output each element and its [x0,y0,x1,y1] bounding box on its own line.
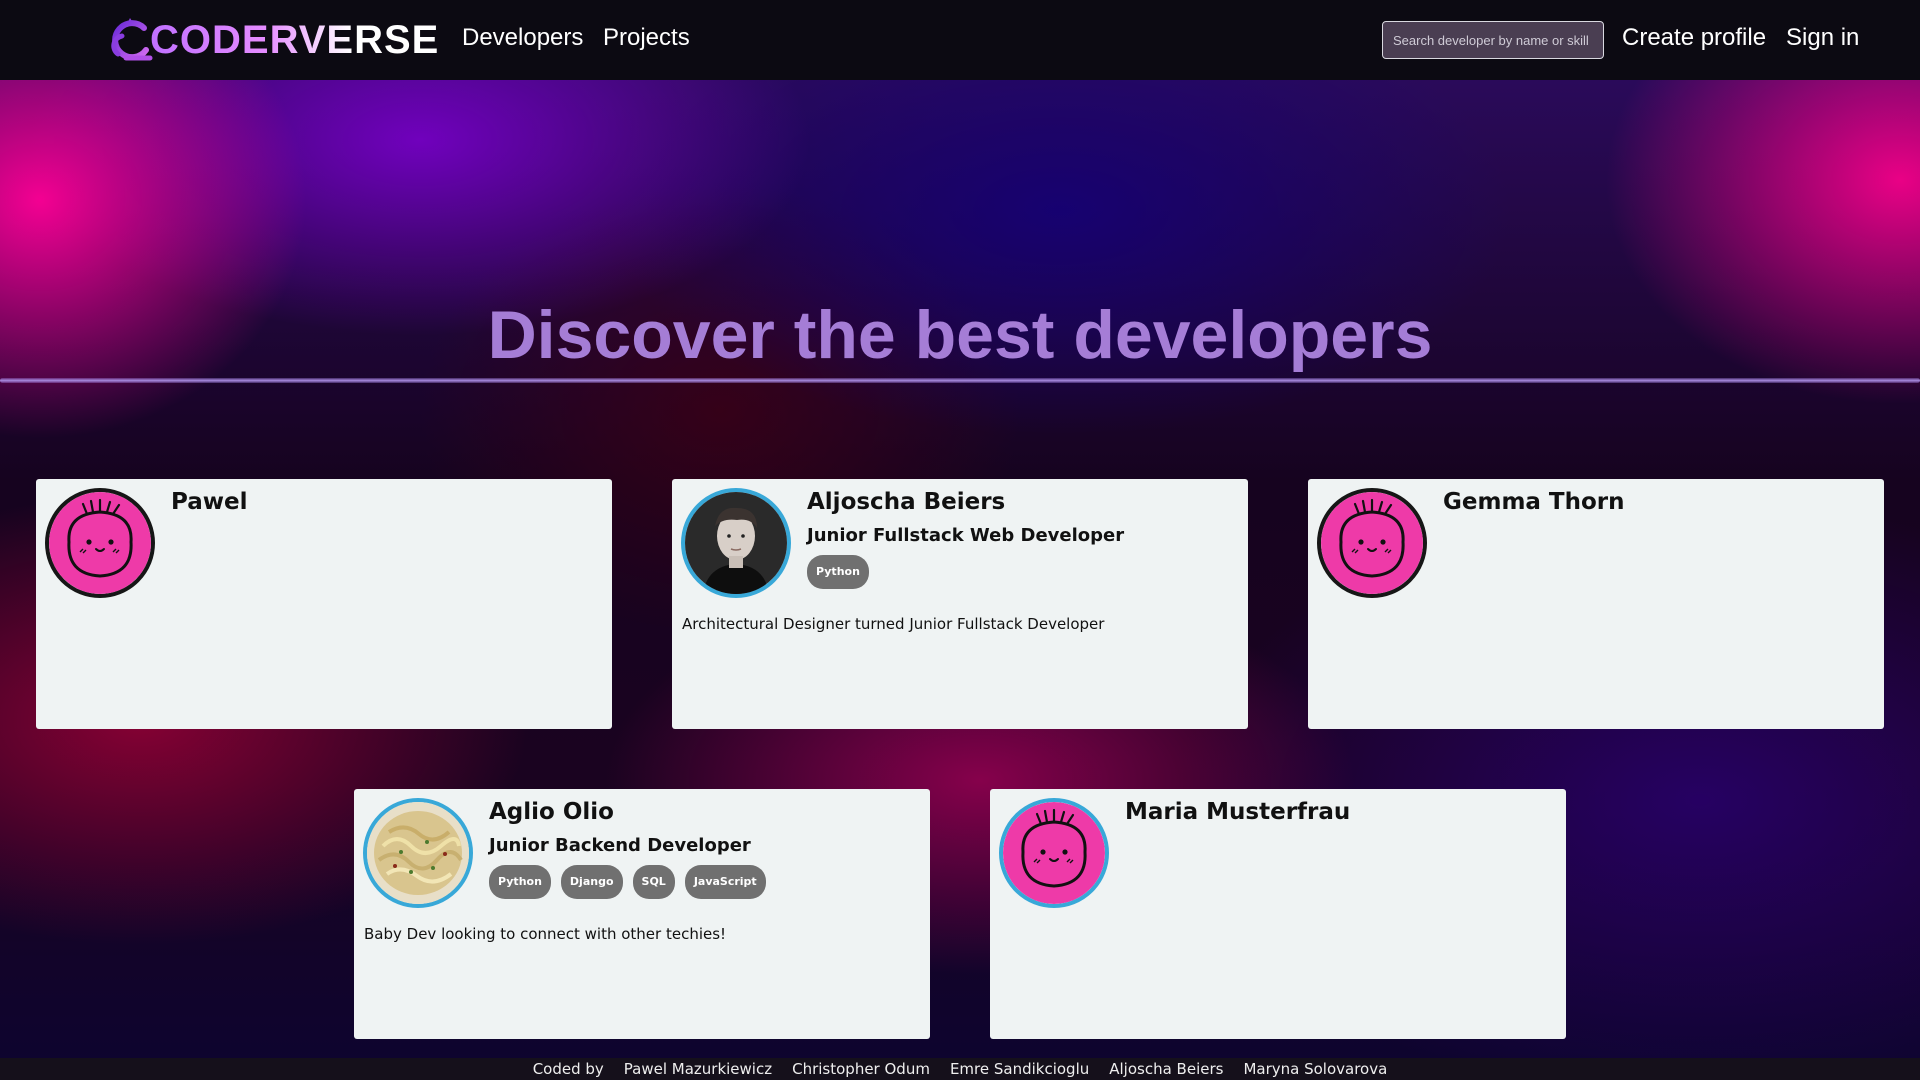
pasta-photo-avatar [363,798,473,908]
skill-tag[interactable]: Django [560,865,623,899]
brand-name: CODERVERSE [150,17,440,62]
footer-author-link[interactable]: Pawel Mazurkiewicz [624,1060,772,1078]
skill-tag[interactable]: JavaScript [684,865,766,899]
footer: Coded by Pawel Mazurkiewicz Christopher … [0,1058,1920,1080]
pink-face-avatar [999,798,1109,908]
pink-face-avatar [1317,488,1427,598]
developer-bio: Baby Dev looking to connect with other t… [364,925,727,943]
person-photo-icon [685,492,787,594]
footer-author-link[interactable]: Emre Sandikcioglu [950,1060,1089,1078]
pink-face-avatar [45,488,155,598]
nav-developers[interactable]: Developers [462,24,583,52]
developer-bio: Architectural Designer turned Junior Ful… [682,615,1105,633]
footer-label: Coded by [532,1060,604,1078]
skill-tag[interactable]: Python [489,865,551,899]
logo-icon [111,18,153,61]
skill-tags: Python [807,555,869,589]
developer-card[interactable]: Pawel [36,479,612,729]
footer-author-link[interactable]: Aljoscha Beiers [1109,1060,1223,1078]
pink-face-icon [1321,492,1423,594]
navbar: CODERVERSE Developers Projects Create pr… [0,0,1920,80]
skill-tags: Python Django SQL JavaScript [489,865,766,899]
hero-divider [0,378,1920,383]
nav-sign-in[interactable]: Sign in [1786,24,1859,52]
nav-projects[interactable]: Projects [603,24,690,52]
brand-logo[interactable]: CODERVERSE [104,14,439,66]
pasta-photo-icon [367,802,469,904]
developer-name[interactable]: Maria Musterfrau [1125,799,1350,825]
person-photo-avatar [681,488,791,598]
developer-role: Junior Backend Developer [489,835,751,856]
footer-author-link[interactable]: Maryna Solovarova [1243,1060,1387,1078]
developer-card[interactable]: Aljoscha Beiers Junior Fullstack Web Dev… [672,479,1248,729]
developer-card[interactable]: Gemma Thorn [1308,479,1884,729]
pink-face-icon [49,492,151,594]
nav-create-profile[interactable]: Create profile [1622,24,1766,52]
search-input[interactable] [1382,21,1604,59]
developer-name[interactable]: Pawel [171,489,248,515]
developer-name[interactable]: Aglio Olio [489,799,614,825]
developer-name[interactable]: Gemma Thorn [1443,489,1625,515]
skill-tag[interactable]: Python [807,555,869,589]
developer-card[interactable]: Maria Musterfrau [990,789,1566,1039]
developer-role: Junior Fullstack Web Developer [807,525,1125,546]
developer-name[interactable]: Aljoscha Beiers [807,489,1005,515]
developer-card[interactable]: Aglio Olio Junior Backend Developer Pyth… [354,789,930,1039]
footer-author-link[interactable]: Christopher Odum [792,1060,930,1078]
skill-tag[interactable]: SQL [632,865,675,899]
pink-face-icon [1003,802,1105,904]
hero-title: Discover the best developers [487,297,1433,373]
